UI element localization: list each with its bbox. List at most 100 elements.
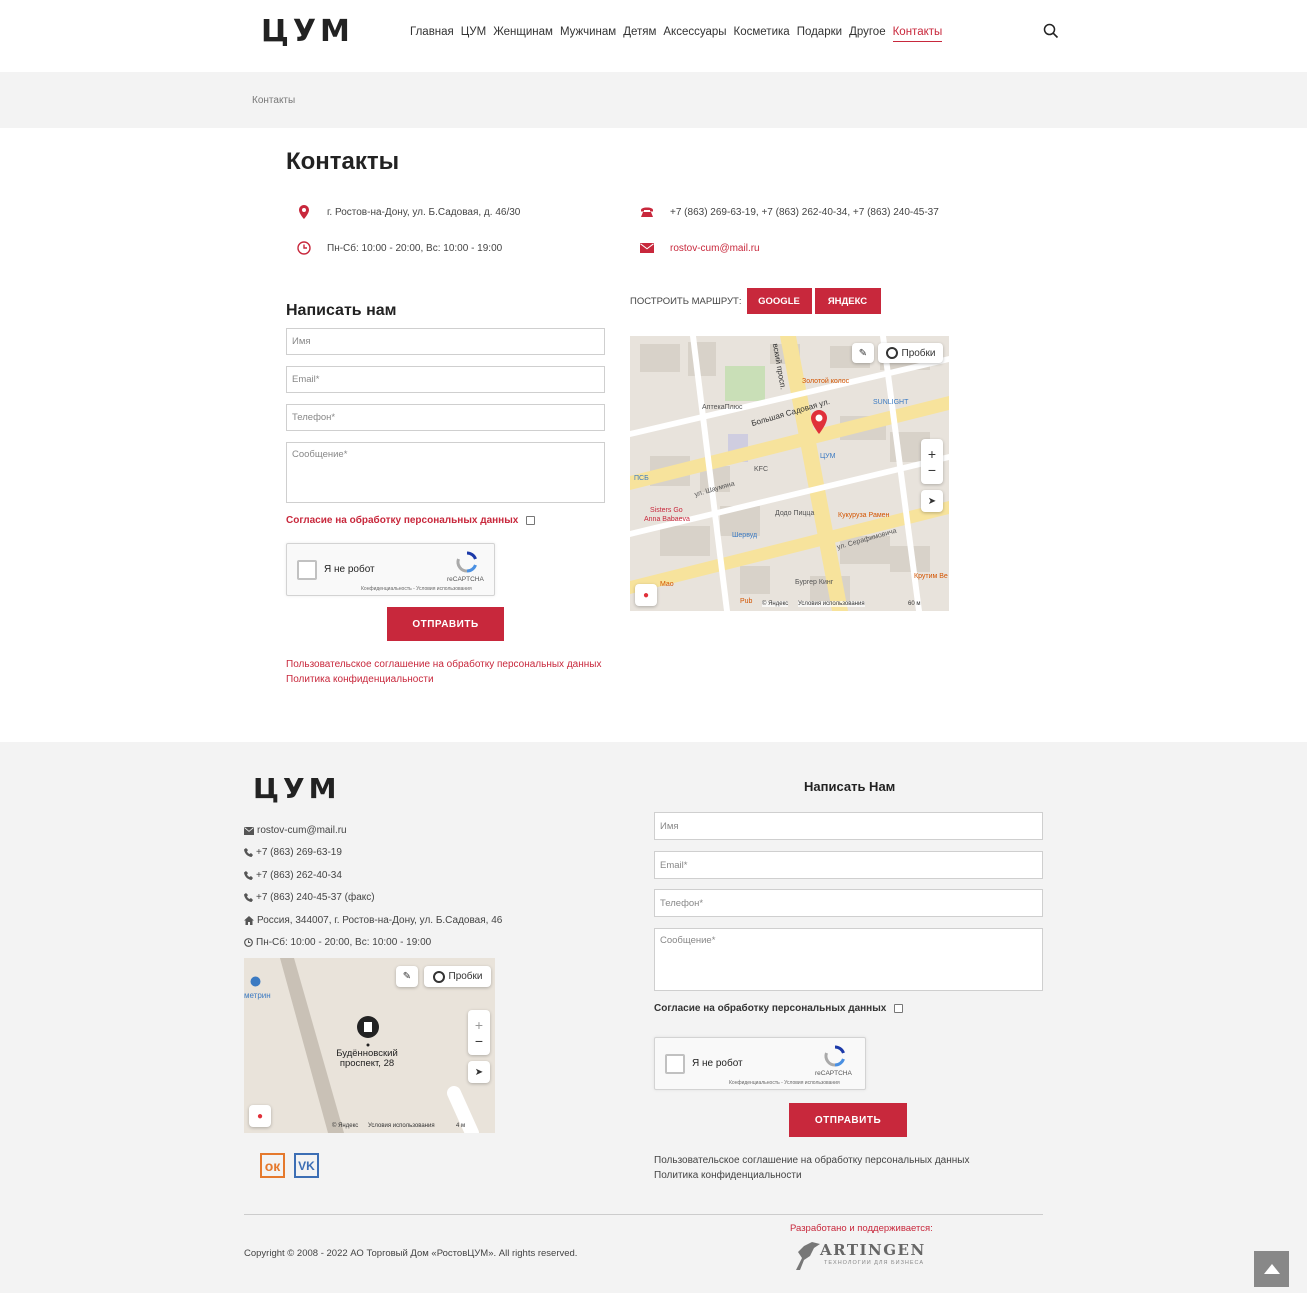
nav-item-women[interactable]: Женщинам (493, 26, 553, 42)
footer-consent-row: Согласие на обработку персональных данны… (654, 1003, 904, 1014)
map-terms-link[interactable]: Условия использования (798, 601, 865, 607)
form-title: Написать нам (286, 302, 397, 319)
recaptcha-checkbox[interactable] (297, 560, 317, 580)
map-label: Sisters Go (650, 507, 683, 514)
recaptcha-label: Я не робот (692, 1058, 743, 1069)
footer-logo[interactable]: ЦУМ (253, 772, 340, 805)
footer-phone-3-text[interactable]: +7 (863) 240-45-37 (факс) (256, 892, 375, 903)
ruler-icon[interactable]: ✎ (396, 966, 418, 987)
ruler-icon[interactable]: ✎ (852, 343, 874, 363)
footer-address-text: Россия, 344007, г. Ростов-на-Дону, ул. Б… (257, 915, 503, 926)
breadcrumb[interactable]: Контакты (252, 95, 295, 106)
footer-name-input[interactable]: Имя (654, 812, 1043, 840)
nav-item-home[interactable]: Главная (410, 26, 454, 42)
footer-phone-input[interactable]: Телефон* (654, 889, 1043, 917)
map-label: ПСБ (634, 475, 649, 482)
traffic-button[interactable]: Пробки (878, 343, 943, 363)
geolocation-icon[interactable]: ➤ (921, 490, 943, 512)
traffic-icon (432, 970, 445, 983)
odnoklassniki-icon[interactable]: ок (260, 1153, 285, 1178)
location-pin-icon[interactable] (811, 410, 827, 434)
footer-agreement-link[interactable]: Пользовательское соглашение на обработку… (654, 1155, 969, 1166)
artingen-logo[interactable]: ARTINGEN ТЕХНОЛОГИИ ДЛЯ БИЗНЕСА (790, 1238, 935, 1272)
nav-item-men[interactable]: Мужчинам (560, 26, 616, 42)
nav-item-tsum[interactable]: ЦУМ (461, 26, 486, 42)
clock-icon (244, 938, 253, 947)
contact-email-link[interactable]: rostov-cum@mail.ru (670, 243, 760, 254)
zoom-control: + − (921, 439, 943, 484)
recaptcha-brand: reCAPTCHA (447, 576, 484, 583)
map-label: Бургер Кинг (795, 579, 834, 586)
agreement-link[interactable]: Пользовательское соглашение на обработку… (286, 659, 601, 670)
footer-phone-1: +7 (863) 269-63-19 (244, 847, 342, 858)
recaptcha-checkbox[interactable] (665, 1054, 685, 1074)
contact-address-text: г. Ростов-на-Дону, ул. Б.Садовая, д. 46/… (327, 206, 521, 218)
logo[interactable]: ЦУМ (261, 14, 354, 49)
nav-item-kids[interactable]: Детям (623, 26, 656, 42)
nav-item-accessories[interactable]: Аксессуары (663, 26, 726, 42)
recaptcha-icon (824, 1045, 845, 1067)
recaptcha-terms[interactable]: Конфиденциальность - Условия использован… (729, 1080, 840, 1086)
contacts-map[interactable]: Большая Садовая ул. Золотой колос SUNLIG… (630, 336, 949, 611)
zoom-in-icon[interactable]: + (928, 446, 936, 462)
footer-recaptcha-widget: Я не робот reCAPTCHA Конфиденциальность … (654, 1037, 866, 1090)
footer-consent-checkbox[interactable] (894, 1004, 904, 1013)
footer-map[interactable]: метрин Будённовский проспект, 28 ✎ Пробк… (244, 958, 495, 1133)
footer-email-input[interactable]: Email* (654, 851, 1043, 879)
phone-input[interactable]: Телефон* (286, 404, 605, 431)
route-google-button[interactable]: GOOGLE (746, 288, 812, 314)
map-terms-link[interactable]: Условия использования (368, 1123, 435, 1129)
zoom-out-icon[interactable]: − (928, 462, 936, 478)
map-scale: 4 м (456, 1123, 466, 1129)
nav-item-contacts[interactable]: Контакты (892, 26, 943, 42)
zoom-control: + − (468, 1010, 490, 1055)
yandex-maps-icon[interactable]: ● (249, 1105, 271, 1127)
vk-icon[interactable]: VK (294, 1153, 319, 1178)
envelope-icon (640, 241, 654, 255)
contact-hours: Пн-Сб: 10:00 - 20:00, Вс: 10:00 - 19:00 (297, 241, 502, 255)
nav-item-other[interactable]: Другое (849, 26, 886, 42)
nav-item-cosmetics[interactable]: Косметика (734, 26, 790, 42)
consent-label[interactable]: Согласие на обработку персональных данны… (286, 515, 518, 526)
route-yandex-button[interactable]: ЯНДЕКС (814, 288, 881, 314)
footer-message-textarea[interactable]: Сообщение* (654, 928, 1043, 991)
map-place-line-2: проспект, 28 (339, 1058, 395, 1069)
breadcrumb-bar: Контакты (0, 72, 1307, 128)
scroll-to-top-button[interactable] (1254, 1251, 1289, 1287)
building-pin-icon[interactable] (356, 1016, 380, 1048)
geolocation-icon[interactable]: ➤ (468, 1061, 490, 1083)
zoom-in-icon[interactable]: + (475, 1017, 483, 1033)
map-label: Pub (740, 598, 753, 605)
search-icon[interactable] (1043, 23, 1059, 39)
consent-checkbox[interactable] (526, 516, 536, 525)
traffic-button[interactable]: Пробки (424, 966, 491, 987)
artingen-tagline: ТЕХНОЛОГИИ ДЛЯ БИЗНЕСА (824, 1260, 925, 1266)
recaptcha-terms[interactable]: Конфиденциальность - Условия использован… (361, 586, 472, 592)
map-label: Золотой колос (802, 378, 850, 385)
map-label: Крутим Ве (914, 573, 948, 580)
footer-privacy-link[interactable]: Политика конфиденциальности (654, 1170, 802, 1181)
contact-email: rostov-cum@mail.ru (640, 241, 760, 255)
traffic-icon (885, 347, 898, 359)
recaptcha-brand: reCAPTCHA (815, 1070, 852, 1077)
map-label: Шервуд (732, 532, 758, 539)
map-label: метрин (244, 991, 271, 1000)
name-input[interactable]: Имя (286, 328, 605, 355)
footer-email-link[interactable]: rostov-cum@mail.ru (257, 825, 347, 836)
yandex-maps-icon[interactable]: ● (635, 584, 657, 606)
footer-hours-text: Пн-Сб: 10:00 - 20:00, Вс: 10:00 - 19:00 (256, 937, 432, 948)
footer-phone-1-text[interactable]: +7 (863) 269-63-19 (256, 847, 342, 858)
privacy-link[interactable]: Политика конфиденциальности (286, 674, 434, 685)
footer-consent-label[interactable]: Согласие на обработку персональных данны… (654, 1003, 886, 1014)
submit-button[interactable]: ОТПРАВИТЬ (387, 607, 504, 641)
nav-item-gifts[interactable]: Подарки (797, 26, 842, 42)
map-label: Anna Babaeva (644, 516, 690, 523)
footer-phone-2-text[interactable]: +7 (863) 262-40-34 (256, 870, 342, 881)
map-copyright: © Яндекс (762, 601, 789, 607)
email-input[interactable]: Email* (286, 366, 605, 393)
developer-label: Разработано и поддерживается: (790, 1223, 933, 1234)
map-label: Додо Пицца (775, 510, 815, 517)
footer-submit-button[interactable]: ОТПРАВИТЬ (789, 1103, 907, 1137)
message-textarea[interactable]: Сообщение* (286, 442, 605, 503)
zoom-out-icon[interactable]: − (475, 1033, 483, 1049)
